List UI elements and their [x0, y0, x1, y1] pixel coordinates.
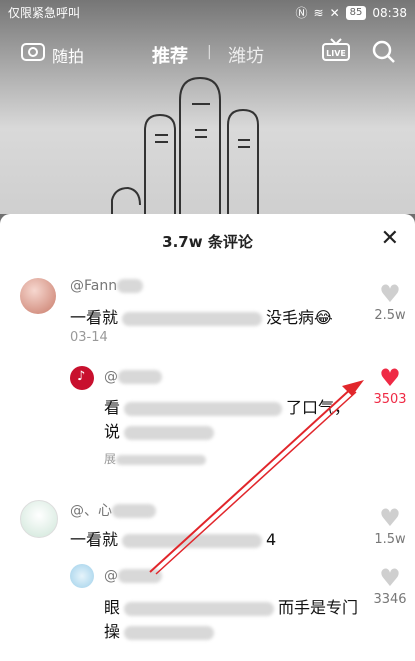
comment-sheet: 3.7w 条评论 ✕ @Fann 一看就 没毛病😂 03-14 ♥ 2.5w ♪ … — [0, 214, 415, 661]
annotation-arrow — [149, 380, 364, 575]
clock: 08:38 — [372, 5, 407, 20]
tab-local[interactable]: 潍坊 — [228, 42, 264, 68]
tab-recommend[interactable]: 推荐 — [152, 42, 188, 68]
shoot-button-label[interactable]: 随拍 — [52, 43, 84, 67]
camera-icon[interactable] — [20, 40, 46, 67]
signal-icon: ✕ — [329, 5, 340, 20]
status-emergency-text: 仅限紧急呼叫 — [8, 6, 81, 20]
live-button[interactable]: LIVE — [322, 38, 350, 69]
top-nav: 随拍 推荐 | 潍坊 LIVE — [0, 30, 415, 76]
search-icon[interactable] — [371, 39, 397, 70]
battery-indicator: 85 — [345, 5, 367, 20]
live-label: LIVE — [326, 49, 346, 58]
nfc-icon: Ⓝ — [295, 6, 308, 20]
status-bar: 仅限紧急呼叫 Ⓝ ≋ ✕ 85 08:38 — [0, 0, 415, 24]
tab-divider: | — [207, 44, 212, 60]
wifi-icon: ≋ — [313, 5, 324, 20]
